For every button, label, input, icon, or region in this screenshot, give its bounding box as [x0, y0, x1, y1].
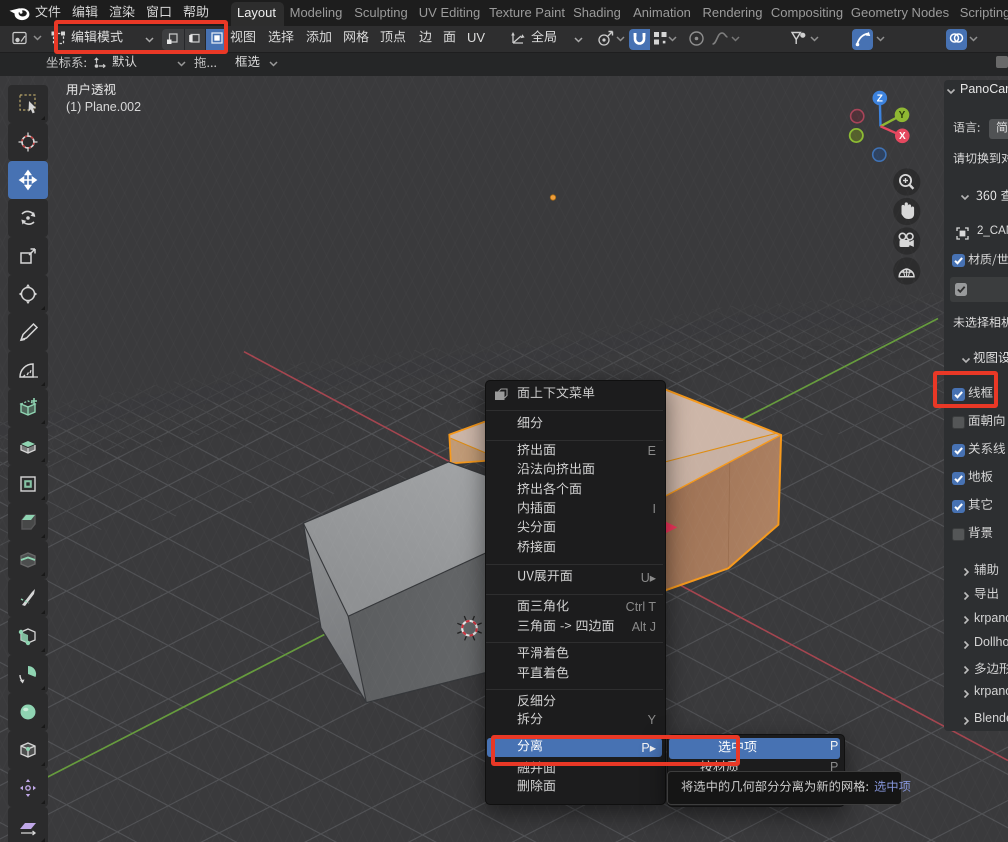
svg-text:Y: Y — [899, 110, 906, 121]
svg-text:Z: Z — [877, 93, 883, 104]
svg-text:X: X — [899, 131, 906, 142]
